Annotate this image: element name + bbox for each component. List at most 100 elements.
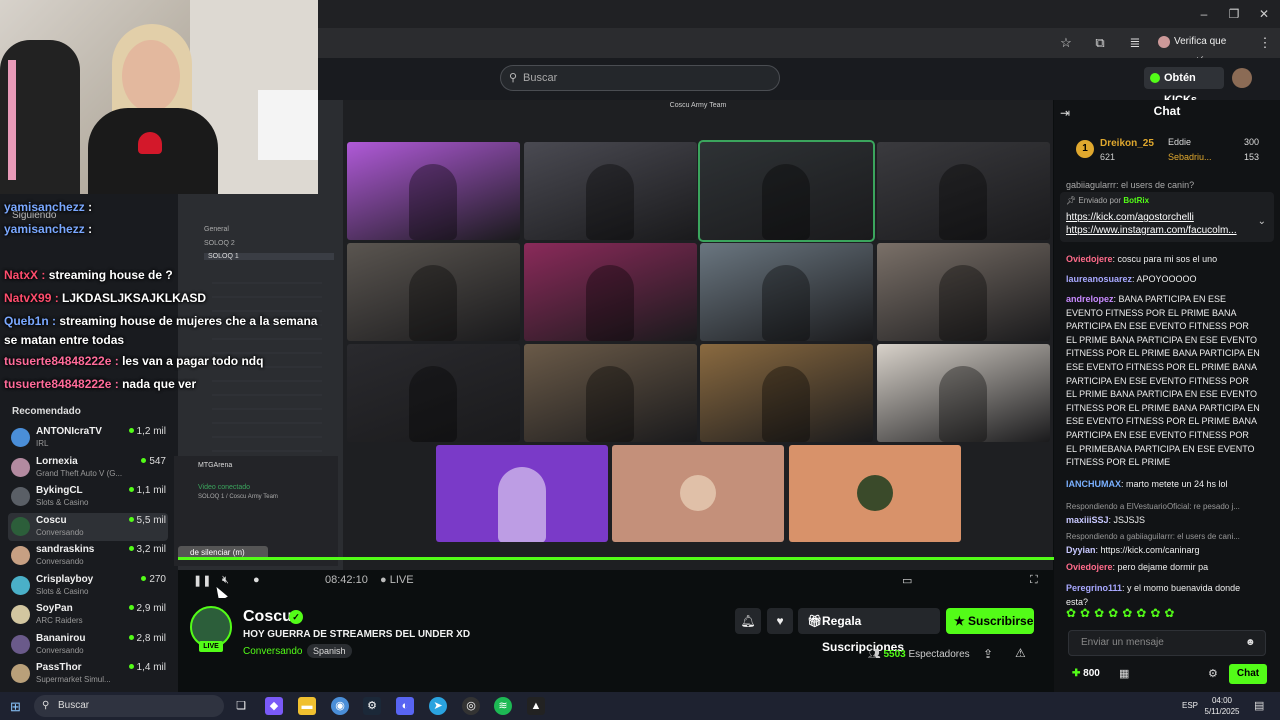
leader-name[interactable]: Sebadriu... [1168, 152, 1212, 162]
user-avatar[interactable] [1232, 68, 1252, 88]
taskbar-clock[interactable]: 04:00 5/11/2025 [1196, 695, 1248, 717]
participant-video-tile[interactable] [700, 243, 873, 341]
overlay-chat-line: yamisanchezz : [4, 222, 92, 236]
minimize-icon[interactable]: – [1194, 6, 1214, 22]
chat-username[interactable]: Dyyian [1066, 545, 1096, 555]
media-control-icon[interactable]: ≣ [1127, 35, 1143, 51]
search-input[interactable]: ⚲ Buscar [500, 65, 780, 91]
chat-username[interactable]: IANCHUMAX [1066, 479, 1121, 489]
emote-bar[interactable]: ✿✿✿✿✿✿✿✿ [1066, 606, 1266, 622]
notifications-bell-icon[interactable]: 🔔︎ [735, 608, 761, 634]
language-tag[interactable]: Spanish [307, 644, 352, 658]
gifter-leaderboard: 1 Dreikon_25 621 Eddie 300 Sebadriu... 1… [1066, 132, 1272, 168]
obs-icon[interactable]: ◎ [462, 697, 480, 715]
sidebar-channel[interactable]: Coscu Conversando 5,5 mil [8, 512, 168, 541]
telegram-icon[interactable]: ➤ [429, 697, 447, 715]
pinned-link[interactable]: https://kick.com/agostorchelli [1066, 212, 1194, 223]
chat-username[interactable]: maxiiiSSJ [1066, 515, 1109, 525]
participant-video-tile[interactable] [877, 344, 1050, 442]
chat-username[interactable]: Peregrino111 [1066, 583, 1122, 593]
subscribe-button[interactable]: ★ Suscribirse [946, 608, 1034, 634]
pip-icon[interactable]: ▭ [902, 574, 912, 587]
participant-video-tile[interactable] [347, 344, 520, 442]
participant-avatar-tile[interactable] [612, 445, 784, 542]
notifications-icon[interactable]: ▤ [1254, 699, 1264, 712]
pause-icon[interactable]: ❚❚ [193, 574, 211, 587]
chrome-icon[interactable]: ◉ [331, 697, 349, 715]
close-icon[interactable]: ✕ [1254, 6, 1274, 22]
store-icon[interactable]: ▦ [1119, 667, 1129, 680]
channel-name[interactable]: Coscu [243, 608, 292, 626]
participant-silhouette [586, 265, 634, 341]
mute-icon[interactable]: 🔇︎ [222, 574, 229, 587]
settings-gear-icon[interactable]: ⚙ [1208, 667, 1218, 680]
sidebar-channel[interactable]: PassThor Supermarket Simul... 1,4 mil [8, 660, 168, 688]
stream-category[interactable]: Conversando [243, 646, 302, 657]
app-icon[interactable]: ▲ [527, 697, 545, 715]
report-icon[interactable]: ⚠ [1015, 646, 1026, 660]
participant-video-tile[interactable] [347, 142, 520, 240]
chat-message: Oviedojere: coscu para mi sos el uno [1066, 253, 1262, 267]
participant-silhouette [762, 366, 810, 442]
extensions-icon[interactable]: ⧉ [1092, 35, 1108, 51]
sidebar-channel[interactable]: ANTONIcraTV IRL 1,2 mil [8, 424, 168, 452]
spotify-icon[interactable]: ≋ [494, 697, 512, 715]
discord-icon[interactable]: ◐ [396, 697, 414, 715]
chat-send-button[interactable]: Chat [1229, 664, 1267, 684]
leader-value: 300 [1244, 137, 1260, 147]
file-explorer-icon[interactable]: ▬ [298, 697, 316, 715]
participant-video-tile[interactable] [524, 142, 697, 240]
sidebar-channel[interactable]: Crisplayboy Slots & Casino 270 [8, 572, 168, 600]
emoji-icon[interactable]: ☻ [1245, 637, 1256, 648]
participant-video-tile[interactable] [436, 445, 608, 542]
discord-channel-path: SOLOQ 1 / Coscu Army Team [198, 494, 278, 500]
volume-slider-knob[interactable]: ● [253, 574, 260, 586]
participant-video-tile[interactable] [524, 344, 697, 442]
sidebar-channel[interactable]: Bananirou Conversando 2,8 mil [8, 631, 168, 659]
windows-start-icon[interactable]: ⊞ [10, 699, 21, 715]
share-icon[interactable]: ⇪ [983, 647, 993, 661]
participant-silhouette [939, 164, 987, 240]
chat-username[interactable]: Oviedojere [1066, 254, 1113, 264]
participant-video-tile[interactable] [700, 344, 873, 442]
star-icon: ★ [954, 614, 965, 628]
participant-video-tile[interactable] [524, 243, 697, 341]
chat-username[interactable]: andrelopez [1066, 294, 1114, 304]
bookmark-star-icon[interactable]: ☆ [1058, 35, 1074, 51]
stream-time: 08:42:10 [325, 574, 368, 586]
fullscreen-icon[interactable]: ⛶ [1030, 574, 1038, 587]
chevron-down-icon[interactable]: ⌄ [1258, 216, 1266, 227]
steam-icon[interactable]: ⚙ [363, 697, 381, 715]
participant-video-tile[interactable] [877, 243, 1050, 341]
stream-title: HOY GUERRA DE STREAMERS DEL UNDER XD [243, 629, 471, 640]
participant-video-tile[interactable] [877, 142, 1050, 240]
profile-verify-chip[interactable]: Verifica que eres tú [1152, 32, 1248, 67]
sidebar-channel[interactable]: SoyPan ARC Raiders 2,9 mil [8, 601, 168, 629]
taskbar-search[interactable]: ⚲ Buscar [34, 695, 224, 717]
chat-text: : JSJSJS [1108, 514, 1146, 525]
pinned-link[interactable]: https://www.instagram.com/facucolm... [1066, 225, 1237, 236]
chat-username[interactable]: laureanosuarez [1066, 274, 1132, 284]
chat-username[interactable]: Oviedojere [1066, 562, 1113, 572]
sidebar-channel[interactable]: BykingCL Slots & Casino 1,1 mil [8, 483, 168, 511]
sidebar-channel[interactable]: Lornexia Grand Theft Auto V (G... 547 [8, 454, 168, 482]
channel-points[interactable]: ✚ 800 [1072, 668, 1100, 679]
copilot-icon[interactable]: ◆ [265, 697, 283, 715]
task-view-icon[interactable]: ❏ [232, 697, 250, 715]
participant-silhouette [586, 164, 634, 240]
participant-avatar-tile[interactable] [789, 445, 961, 542]
leader-name[interactable]: Eddie [1168, 137, 1191, 147]
channel-name: BykingCL [36, 485, 83, 496]
participant-video-tile[interactable] [698, 140, 875, 242]
stream-progress-bar[interactable] [178, 557, 1054, 560]
restore-icon[interactable]: ❐ [1224, 6, 1244, 22]
more-menu-icon[interactable]: ⋮ [1257, 35, 1273, 51]
leader-name[interactable]: Dreikon_25 [1100, 138, 1154, 149]
sidebar-channel[interactable]: sandraskins Conversando 3,2 mil [8, 542, 168, 570]
participant-video-tile[interactable] [347, 243, 520, 341]
gift-subs-button[interactable]: 🎁︎ Regala Suscripciones [798, 608, 940, 654]
channel-category: Conversando [36, 527, 84, 537]
chat-input[interactable]: Enviar un mensaje [1068, 630, 1266, 656]
follow-heart-icon[interactable]: ♥ [767, 608, 793, 634]
get-kicks-button[interactable]: Obtén KICKs [1144, 67, 1224, 106]
